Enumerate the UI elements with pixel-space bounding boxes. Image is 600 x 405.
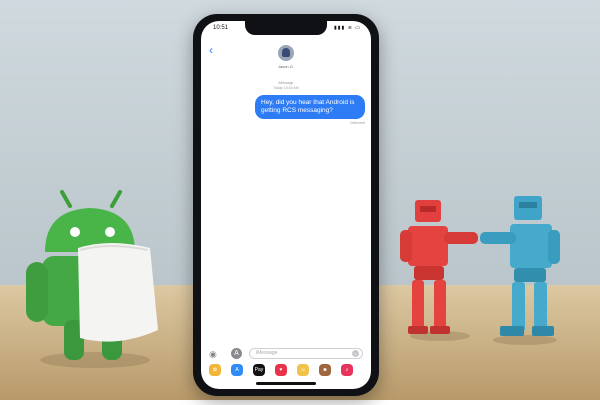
sent-message-bubble[interactable]: Hey, did you hear that Android is gettin… xyxy=(255,95,365,119)
contact-avatar[interactable] xyxy=(278,45,294,61)
app-drawer: ✿ A Pay ♥ ☺ ☻ ⌕ xyxy=(207,364,367,378)
thread-header: iMessage Today 10:15 AM xyxy=(201,81,371,91)
message-input-placeholder: iMessage xyxy=(256,350,278,356)
photo-scene: 10:51 ▮▮▮ ≋ ▭ ‹ Jason G. iMessage Today … xyxy=(0,0,600,400)
app-store-drawer-icon[interactable]: A xyxy=(231,364,243,376)
messages-screen: 10:51 ▮▮▮ ≋ ▭ ‹ Jason G. iMessage Today … xyxy=(201,21,371,389)
animoji-icon[interactable]: ☺ xyxy=(297,364,309,376)
phone-notch xyxy=(245,21,327,35)
apple-pay-icon[interactable]: Pay xyxy=(253,364,265,376)
message-input[interactable]: iMessage ♪ xyxy=(249,348,363,359)
photos-app-icon[interactable]: ✿ xyxy=(209,364,221,376)
camera-icon[interactable]: ◉ xyxy=(209,349,217,360)
microphone-icon[interactable]: ♪ xyxy=(352,350,359,357)
memoji-icon[interactable]: ☻ xyxy=(319,364,331,376)
status-time: 10:51 xyxy=(213,25,229,31)
contact-name[interactable]: Jason G. xyxy=(201,64,371,69)
iphone-device: 10:51 ▮▮▮ ≋ ▭ ‹ Jason G. iMessage Today … xyxy=(193,14,379,396)
app-store-icon[interactable]: A xyxy=(231,348,242,359)
status-icons: ▮▮▮ ≋ ▭ xyxy=(334,25,361,31)
home-indicator[interactable] xyxy=(256,382,316,385)
thread-timestamp: Today 10:15 AM xyxy=(273,86,299,90)
digital-touch-icon[interactable]: ♥ xyxy=(275,364,287,376)
message-composer: ◉ A iMessage ♪ xyxy=(201,346,371,362)
search-icon[interactable]: ⌕ xyxy=(341,364,353,376)
delivered-status: Delivered xyxy=(350,121,365,125)
back-button[interactable]: ‹ xyxy=(209,43,213,57)
